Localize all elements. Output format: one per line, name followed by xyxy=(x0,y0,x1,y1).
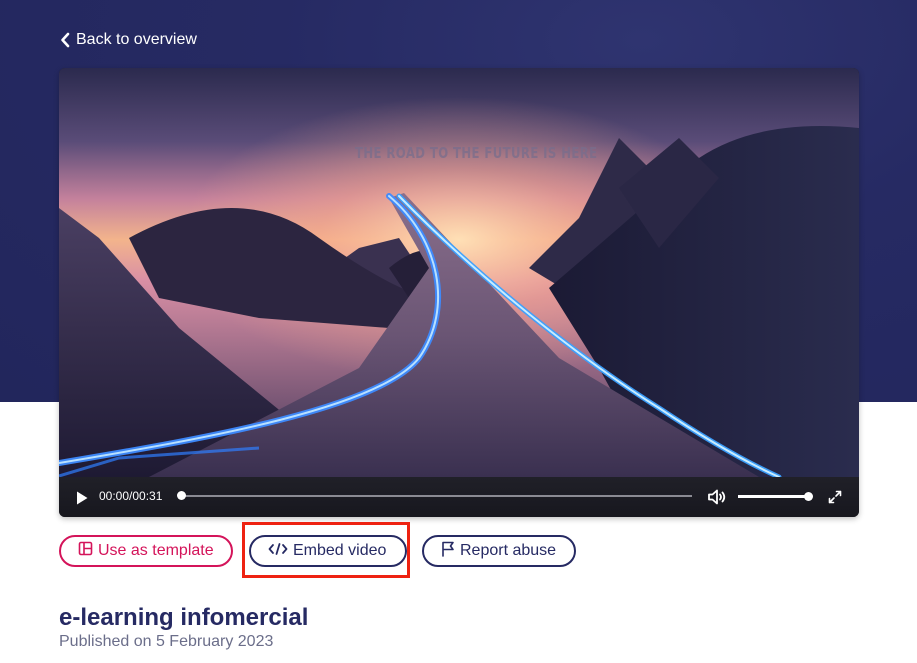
volume-slider-thumb[interactable] xyxy=(804,492,813,501)
embed-video-label: Embed video xyxy=(293,542,387,559)
volume-slider[interactable] xyxy=(738,492,813,501)
code-icon xyxy=(268,542,288,561)
chevron-left-icon xyxy=(60,32,70,48)
volume-icon[interactable] xyxy=(707,488,727,506)
flag-icon xyxy=(441,541,455,562)
play-icon[interactable] xyxy=(75,490,89,506)
report-abuse-label: Report abuse xyxy=(460,542,557,559)
report-abuse-button[interactable]: Report abuse xyxy=(422,535,576,567)
seek-bar[interactable] xyxy=(177,491,692,500)
video-caption: THE ROAD TO THE FUTURE IS HERE xyxy=(355,144,598,162)
published-date: Published on 5 February 2023 xyxy=(59,633,274,650)
video-controls: 00:00/00:31 xyxy=(59,477,859,517)
video-frame[interactable] xyxy=(59,68,859,477)
volume-slider-fill xyxy=(738,495,808,498)
fullscreen-icon[interactable] xyxy=(827,489,843,505)
layout-template-icon xyxy=(78,541,93,561)
back-to-overview-link[interactable]: Back to overview xyxy=(60,29,197,51)
video-player[interactable]: THE ROAD TO THE FUTURE IS HERE 00:00/00:… xyxy=(59,68,859,517)
seek-bar-thumb[interactable] xyxy=(177,491,186,500)
video-title: e-learning infomercial xyxy=(59,604,309,631)
use-as-template-button[interactable]: Use as template xyxy=(59,535,233,567)
time-display: 00:00/00:31 xyxy=(99,489,163,503)
embed-video-button[interactable]: Embed video xyxy=(249,535,407,567)
use-as-template-label: Use as template xyxy=(98,542,214,559)
back-link-label: Back to overview xyxy=(76,31,197,48)
